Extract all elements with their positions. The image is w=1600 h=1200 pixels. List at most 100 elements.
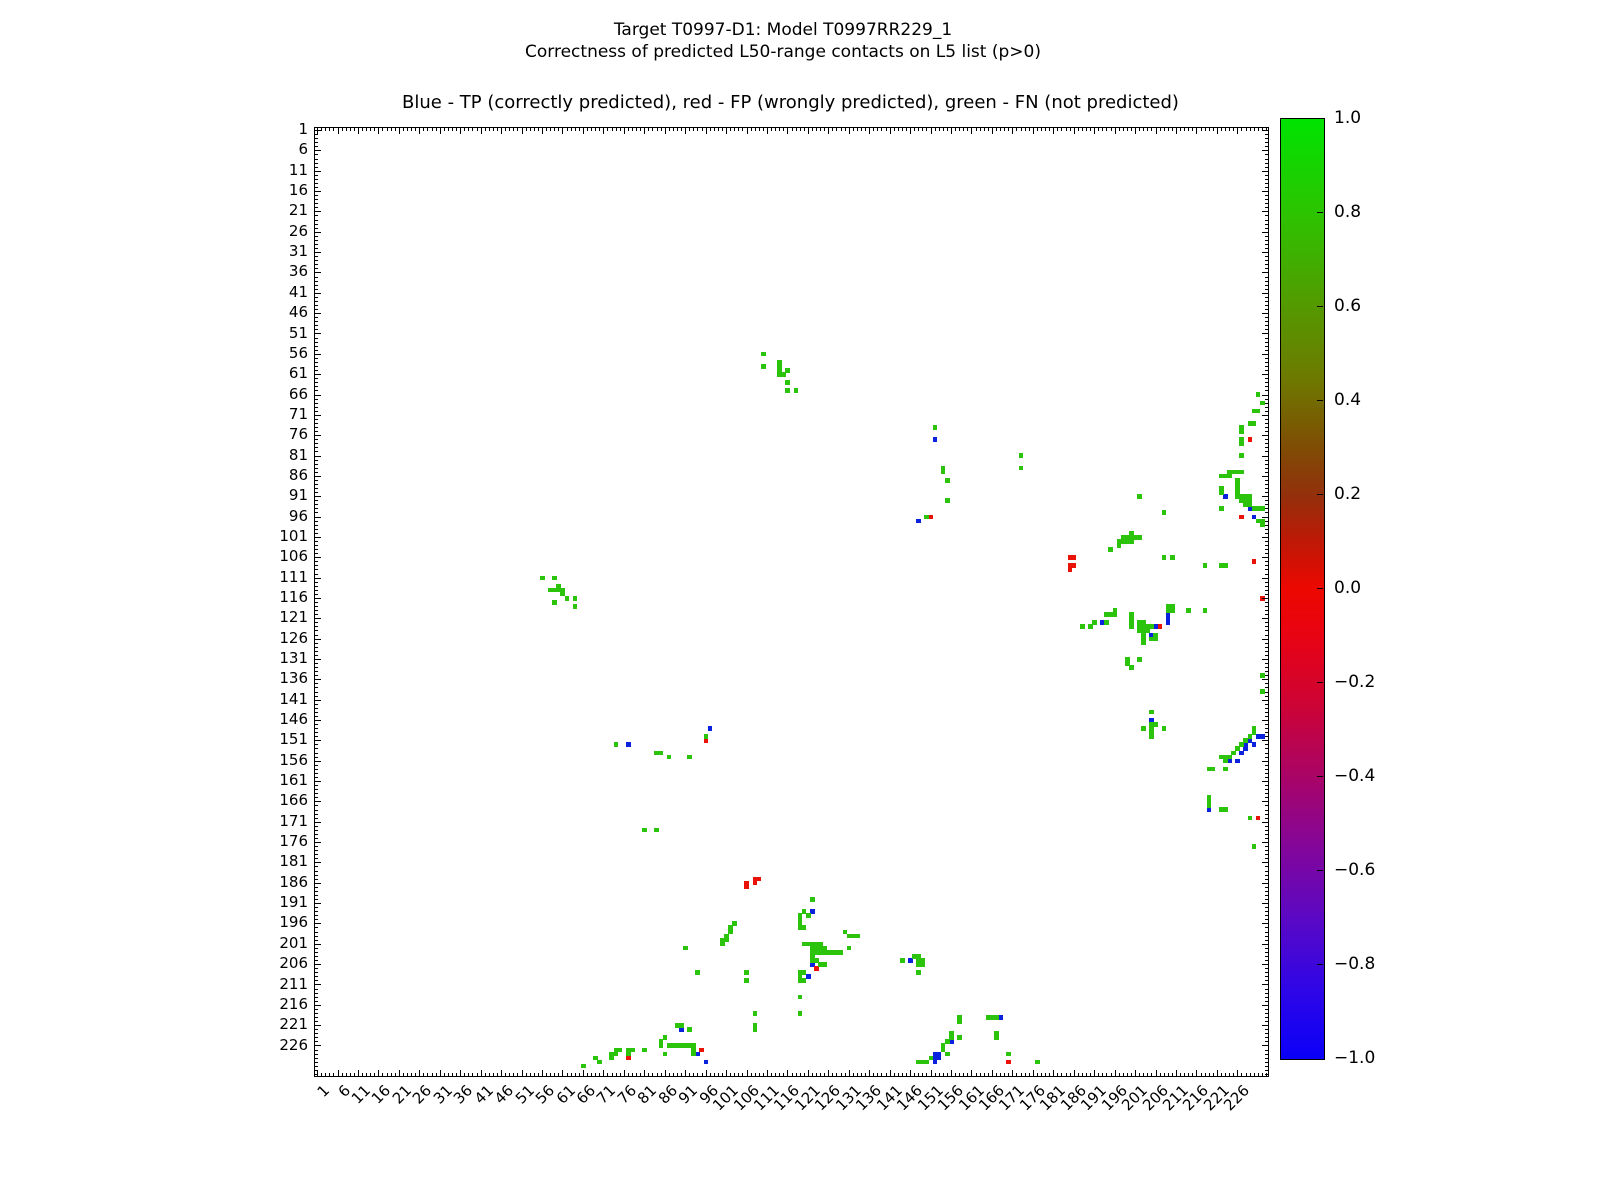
- x-axis-tick: [898, 1073, 899, 1076]
- y-axis-tick: [1265, 976, 1268, 977]
- y-axis-tick: [1265, 1021, 1268, 1022]
- x-axis-tick: [1135, 128, 1136, 134]
- x-axis-tick: [382, 1073, 383, 1076]
- x-axis-tick: [775, 128, 776, 131]
- y-axis-tick: [315, 915, 318, 916]
- y-axis-tick: [1265, 553, 1268, 554]
- y-tick-label: 216: [262, 996, 308, 1012]
- x-axis-tick: [472, 1073, 473, 1076]
- y-axis-tick: [315, 464, 318, 465]
- x-axis-tick: [693, 1073, 694, 1076]
- y-axis-tick: [1265, 797, 1268, 798]
- y-axis-tick: [1265, 687, 1268, 688]
- y-axis-tick: [1262, 761, 1268, 762]
- x-axis-tick: [472, 128, 473, 131]
- y-axis-tick: [1265, 439, 1268, 440]
- x-axis-tick: [967, 1073, 968, 1076]
- contact-cell-fn_green: [802, 970, 807, 975]
- x-axis-tick: [706, 128, 707, 134]
- y-axis-tick: [1265, 386, 1268, 387]
- y-axis-tick: [315, 630, 318, 631]
- x-axis-tick: [783, 128, 784, 131]
- x-axis-tick: [1180, 1073, 1181, 1076]
- x-axis-tick: [939, 128, 940, 131]
- y-axis-tick: [1265, 956, 1268, 957]
- x-axis-tick: [816, 1073, 817, 1076]
- x-axis-tick: [935, 128, 936, 131]
- y-axis-tick: [315, 964, 321, 965]
- x-axis-tick: [706, 1070, 707, 1076]
- x-axis-tick: [456, 128, 457, 131]
- y-axis-tick: [1265, 289, 1268, 290]
- y-axis-tick: [1262, 537, 1268, 538]
- y-axis-tick: [1265, 167, 1268, 168]
- y-tick-label: 101: [262, 528, 308, 544]
- y-axis-tick: [1262, 598, 1268, 599]
- y-axis-tick: [315, 293, 321, 294]
- y-axis-tick: [1265, 818, 1268, 819]
- contact-cell-tp_blue: [949, 1039, 954, 1044]
- y-axis-tick: [1265, 854, 1268, 855]
- x-axis-tick: [607, 1073, 608, 1076]
- contact-cell-fn_green: [1006, 1052, 1011, 1057]
- contact-cell-fn_green: [1223, 759, 1228, 764]
- y-axis-tick: [1265, 736, 1268, 737]
- contact-cell-fn_green: [1260, 506, 1265, 511]
- x-axis-tick: [726, 1070, 727, 1076]
- y-axis-tick: [315, 687, 318, 688]
- x-axis-tick: [714, 128, 715, 131]
- x-axis-tick: [755, 128, 756, 131]
- x-axis-tick: [1037, 128, 1038, 131]
- x-axis-tick: [1029, 1073, 1030, 1076]
- colorbar-tick-label: 1.0: [1334, 109, 1394, 127]
- y-axis-tick: [315, 399, 318, 400]
- x-axis-tick: [517, 1073, 518, 1076]
- x-axis-tick: [567, 1073, 568, 1076]
- y-axis-tick: [315, 370, 318, 371]
- contact-cell-fn_green: [1137, 494, 1142, 499]
- y-axis-tick: [1265, 1054, 1268, 1055]
- x-axis-tick: [1078, 1073, 1079, 1076]
- contact-cell-tp_blue: [1223, 494, 1228, 499]
- x-axis-tick: [1147, 1073, 1148, 1076]
- y-axis-tick: [315, 480, 318, 481]
- contact-cell-fp_red: [626, 1056, 631, 1061]
- x-axis-tick: [1106, 1073, 1107, 1076]
- x-axis-tick: [571, 1073, 572, 1076]
- x-axis-tick: [828, 128, 829, 134]
- y-axis-tick: [315, 923, 321, 924]
- y-axis-tick: [315, 382, 318, 383]
- x-axis-tick: [599, 128, 600, 131]
- y-axis-tick: [1265, 744, 1268, 745]
- y-axis-tick: [315, 919, 318, 920]
- x-axis-tick: [767, 1070, 768, 1076]
- x-axis-tick: [1196, 128, 1197, 134]
- contact-cell-fn_green: [1162, 555, 1167, 560]
- y-axis-tick: [1265, 561, 1268, 562]
- y-axis-tick: [1265, 777, 1268, 778]
- x-axis-tick: [423, 1073, 424, 1076]
- y-axis-tick: [1265, 871, 1268, 872]
- contact-cell-fn_green: [1170, 555, 1175, 560]
- y-axis-tick: [315, 610, 318, 611]
- y-axis-tick: [315, 728, 318, 729]
- x-axis-tick: [366, 128, 367, 131]
- y-tick-label: 11: [262, 162, 308, 178]
- contact-cell-fn_green: [798, 1011, 803, 1016]
- y-axis-tick: [315, 793, 318, 794]
- contact-cell-fp_red: [1252, 559, 1257, 564]
- y-axis-tick: [1265, 224, 1268, 225]
- contact-cell-fn_green: [1260, 401, 1265, 406]
- x-axis-tick: [1070, 128, 1071, 131]
- y-axis-tick: [315, 683, 318, 684]
- y-axis-tick: [315, 1074, 318, 1075]
- x-axis-tick: [1233, 128, 1234, 131]
- x-axis-tick: [1123, 128, 1124, 131]
- x-axis-tick: [669, 1073, 670, 1076]
- contact-cell-tp_blue: [708, 726, 713, 731]
- x-axis-tick: [452, 128, 453, 131]
- x-axis-tick: [910, 1070, 911, 1076]
- x-axis-tick: [1053, 1070, 1054, 1076]
- y-axis-tick: [1265, 972, 1268, 973]
- y-tick-label: 36: [262, 263, 308, 279]
